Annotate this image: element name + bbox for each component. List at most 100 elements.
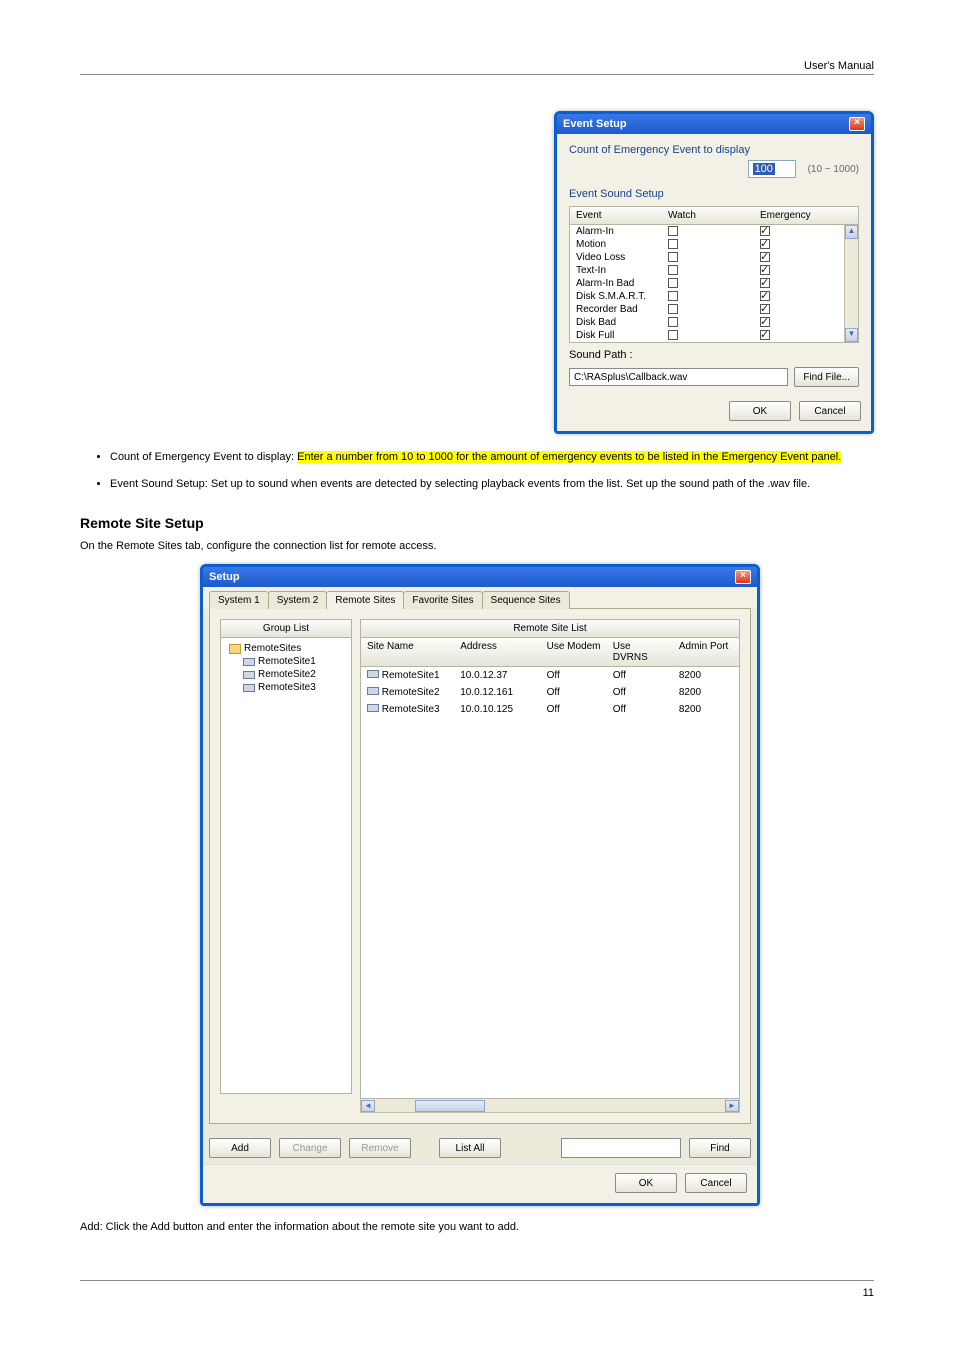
tab-system-2[interactable]: System 2 [268, 591, 328, 609]
remote-site-setup-paragraph: On the Remote Sites tab, configure the c… [80, 539, 874, 554]
setup-cancel-button[interactable]: Cancel [685, 1173, 747, 1193]
setup-titlebar[interactable]: Setup × [203, 567, 757, 587]
remote-site-list-label: Remote Site List [360, 619, 740, 637]
col-admin-port[interactable]: Admin Port [673, 638, 739, 666]
event-table-scrollbar[interactable]: ▲ ▼ [844, 225, 858, 342]
dvr-icon [367, 704, 379, 712]
emergency-checkbox[interactable] [760, 304, 770, 314]
tree-item[interactable]: RemoteSite3 [239, 681, 347, 694]
watch-checkbox[interactable] [668, 239, 678, 249]
watch-checkbox[interactable] [668, 304, 678, 314]
tree-item[interactable]: RemoteSite2 [239, 668, 347, 681]
site-row[interactable]: RemoteSite310.0.10.125OffOff8200 [361, 701, 739, 718]
page-header: User's Manual [80, 60, 874, 72]
add-button[interactable]: Add [209, 1138, 271, 1158]
watch-checkbox[interactable] [668, 265, 678, 275]
watch-checkbox[interactable] [668, 317, 678, 327]
event-name: Alarm-In [576, 226, 668, 237]
bullet-count-highlight: Enter a number from 10 to 1000 for the a… [297, 451, 841, 463]
event-cancel-button[interactable]: Cancel [799, 401, 861, 421]
dvr-icon [367, 670, 379, 678]
group-tree[interactable]: RemoteSitesRemoteSite1RemoteSite2RemoteS… [220, 638, 352, 1094]
emergency-checkbox[interactable] [760, 330, 770, 340]
bullet-sound: Event Sound Setup: Set up to sound when … [110, 477, 874, 492]
tab-system-1[interactable]: System 1 [209, 591, 269, 609]
emergency-checkbox[interactable] [760, 317, 770, 327]
setup-ok-button[interactable]: OK [615, 1173, 677, 1193]
dvr-icon [243, 684, 255, 692]
col-use-modem[interactable]: Use Modem [541, 638, 607, 666]
count-spinner[interactable]: 100 [748, 160, 796, 178]
change-button[interactable]: Change [279, 1138, 341, 1158]
event-row[interactable]: Disk S.M.A.R.T. [570, 290, 858, 303]
site-row[interactable]: RemoteSite210.0.12.161OffOff8200 [361, 684, 739, 701]
tab-favorite-sites[interactable]: Favorite Sites [403, 591, 482, 609]
event-row[interactable]: Alarm-In [570, 225, 858, 238]
event-row[interactable]: Video Loss [570, 251, 858, 264]
tab-sequence-sites[interactable]: Sequence Sites [482, 591, 570, 609]
scroll-thumb[interactable] [415, 1100, 485, 1112]
emergency-checkbox[interactable] [760, 291, 770, 301]
event-name: Video Loss [576, 252, 668, 263]
dvr-icon [367, 687, 379, 695]
col-use-dvrns[interactable]: Use DVRNS [607, 638, 673, 666]
col-event[interactable]: Event [576, 210, 668, 221]
event-setup-title: Event Setup [563, 118, 627, 130]
emergency-checkbox[interactable] [760, 252, 770, 262]
site-table-header: Site Name Address Use Modem Use DVRNS Ad… [360, 637, 740, 667]
scroll-up-icon[interactable]: ▲ [845, 225, 858, 239]
event-row[interactable]: Disk Bad [570, 316, 858, 329]
col-address[interactable]: Address [454, 638, 540, 666]
event-row[interactable]: Motion [570, 238, 858, 251]
setup-tabs: System 1System 2Remote SitesFavorite Sit… [203, 587, 757, 609]
event-ok-button[interactable]: OK [729, 401, 791, 421]
event-setup-titlebar[interactable]: Event Setup × [557, 114, 871, 134]
remove-button[interactable]: Remove [349, 1138, 411, 1158]
remote-site-setup-heading: Remote Site Setup [80, 515, 874, 531]
page-rule [80, 74, 874, 75]
find-file-button[interactable]: Find File... [794, 367, 859, 387]
col-emergency[interactable]: Emergency [760, 210, 852, 221]
tab-remote-sites[interactable]: Remote Sites [326, 591, 404, 609]
watch-checkbox[interactable] [668, 330, 678, 340]
event-row[interactable]: Recorder Bad [570, 303, 858, 316]
scroll-left-icon[interactable]: ◄ [361, 1100, 375, 1112]
close-icon[interactable]: × [849, 117, 865, 131]
event-table: Event Watch Emergency Alarm-InMotionVide… [569, 206, 859, 343]
sound-path-label: Sound Path : [569, 349, 633, 361]
find-input[interactable] [561, 1138, 681, 1158]
emergency-checkbox[interactable] [760, 226, 770, 236]
find-button[interactable]: Find [689, 1138, 751, 1158]
emergency-checkbox[interactable] [760, 265, 770, 275]
bullet-count-plain: Count of Emergency Event to display: [110, 451, 297, 463]
count-label: Count of Emergency Event to display [569, 144, 859, 156]
sound-path-input[interactable]: C:\RASplus\Callback.wav [569, 368, 788, 386]
dvr-icon [243, 671, 255, 679]
scroll-right-icon[interactable]: ► [725, 1100, 739, 1112]
event-row[interactable]: Alarm-In Bad [570, 277, 858, 290]
close-icon[interactable]: × [735, 570, 751, 584]
folder-icon [229, 644, 241, 654]
watch-checkbox[interactable] [668, 252, 678, 262]
list-all-button[interactable]: List All [439, 1138, 501, 1158]
site-table[interactable]: RemoteSite110.0.12.37OffOff8200 RemoteSi… [360, 667, 740, 1099]
event-row[interactable]: Disk Full [570, 329, 858, 342]
dvr-icon [243, 658, 255, 666]
scroll-down-icon[interactable]: ▼ [845, 328, 858, 342]
emergency-checkbox[interactable] [760, 278, 770, 288]
site-row[interactable]: RemoteSite110.0.12.37OffOff8200 [361, 667, 739, 684]
watch-checkbox[interactable] [668, 291, 678, 301]
tree-root[interactable]: RemoteSites [225, 642, 347, 655]
watch-checkbox[interactable] [668, 226, 678, 236]
watch-checkbox[interactable] [668, 278, 678, 288]
site-table-hscroll[interactable]: ◄ ► [360, 1099, 740, 1113]
emergency-checkbox[interactable] [760, 239, 770, 249]
col-site-name[interactable]: Site Name [361, 638, 454, 666]
group-list-header[interactable]: Group List [220, 619, 352, 638]
setup-dialog: Setup × System 1System 2Remote SitesFavo… [200, 564, 760, 1206]
event-row[interactable]: Text-In [570, 264, 858, 277]
col-watch[interactable]: Watch [668, 210, 760, 221]
tree-item[interactable]: RemoteSite1 [239, 655, 347, 668]
bullet-count: Count of Emergency Event to display: Ent… [110, 450, 874, 465]
page-number: 11 [80, 1280, 874, 1299]
